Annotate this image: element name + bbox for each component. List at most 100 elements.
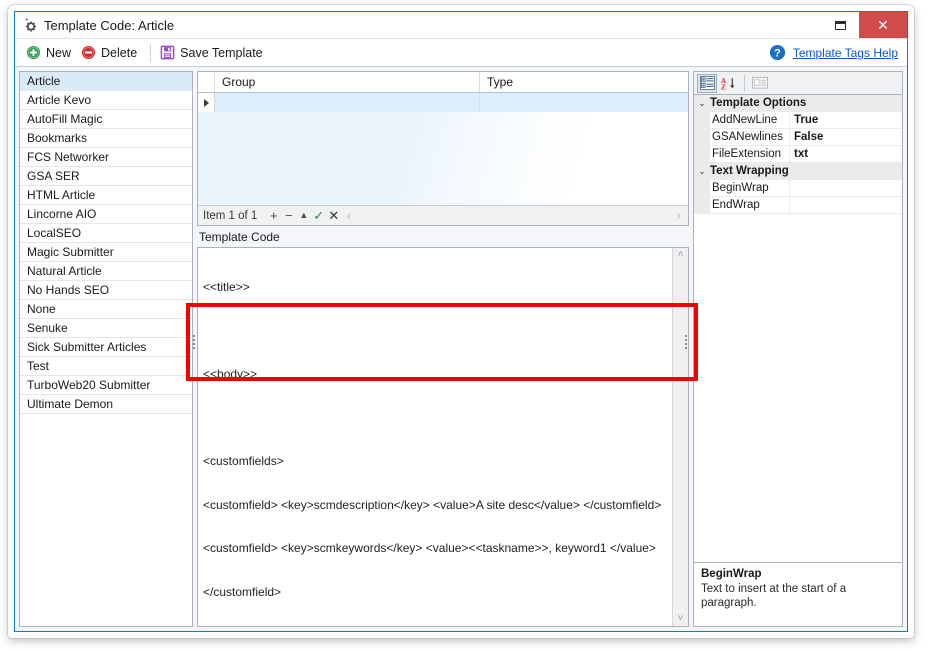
list-item[interactable]: TurboWeb20 Submitter bbox=[20, 376, 192, 395]
restore-button[interactable] bbox=[822, 12, 859, 38]
property-row[interactable]: EndWrap bbox=[694, 197, 902, 214]
right-splitter-handle[interactable] bbox=[685, 335, 687, 349]
grid-column-header-group[interactable]: Group bbox=[215, 72, 480, 92]
template-code-editor[interactable]: <<title>> <<body>> <customfields> <custo… bbox=[197, 247, 689, 627]
property-category-row[interactable]: ⌄ Text Wrapping bbox=[694, 163, 902, 180]
property-value[interactable]: False bbox=[790, 129, 902, 146]
post-edit-button[interactable]: ✓ bbox=[311, 209, 326, 222]
main-toolbar: New Delete Save Template ? Template Tags… bbox=[15, 39, 907, 67]
list-item[interactable]: GSA SER bbox=[20, 167, 192, 186]
list-item-label: Test bbox=[27, 359, 50, 373]
list-item[interactable]: Sick Submitter Articles bbox=[20, 338, 192, 357]
list-item[interactable]: No Hands SEO bbox=[20, 281, 192, 300]
list-item[interactable]: HTML Article bbox=[20, 186, 192, 205]
list-item[interactable]: Test bbox=[20, 357, 192, 376]
grid-empty-area bbox=[198, 112, 688, 205]
grid-column-header-type[interactable]: Type bbox=[480, 72, 688, 92]
list-item-label: Natural Article bbox=[27, 264, 102, 278]
code-editor-scrollbar[interactable]: ˄ ˅ bbox=[672, 248, 688, 626]
list-item-label: HTML Article bbox=[27, 188, 96, 202]
alphabetical-sort-button[interactable]: A Z bbox=[719, 74, 739, 93]
table-row[interactable] bbox=[198, 93, 688, 112]
property-value[interactable]: True bbox=[790, 112, 902, 129]
left-splitter-handle[interactable] bbox=[193, 335, 195, 349]
list-item[interactable]: Ultimate Demon bbox=[20, 395, 192, 414]
list-item[interactable]: None bbox=[20, 300, 192, 319]
categorized-view-icon bbox=[699, 76, 715, 90]
property-name: GSANewlines bbox=[710, 129, 790, 146]
property-pages-button[interactable] bbox=[750, 74, 770, 93]
list-item[interactable]: Bookmarks bbox=[20, 129, 192, 148]
code-text-area[interactable]: <<title>> <<body>> <customfields> <custo… bbox=[198, 248, 672, 626]
property-value[interactable]: txt bbox=[790, 146, 902, 163]
grid-cell-group[interactable] bbox=[215, 93, 480, 112]
list-item-label: AutoFill Magic bbox=[27, 112, 103, 126]
code-line: <customfield> <key>scmkeywords</key> <va… bbox=[203, 541, 656, 555]
row-indicator-cell bbox=[198, 93, 215, 112]
list-item-label: TurboWeb20 Submitter bbox=[27, 378, 151, 392]
property-row-gutter bbox=[694, 146, 710, 163]
list-item[interactable]: Article Kevo bbox=[20, 91, 192, 110]
property-name: EndWrap bbox=[710, 197, 790, 214]
property-row[interactable]: AddNewLine True bbox=[694, 112, 902, 129]
minus-circle-icon bbox=[81, 45, 96, 60]
list-item-label: Ultimate Demon bbox=[27, 397, 114, 411]
next-page-button[interactable]: › bbox=[677, 208, 681, 223]
list-item-label: LocalSEO bbox=[27, 226, 82, 240]
edit-record-button[interactable]: ▲ bbox=[296, 211, 311, 220]
list-item-label: Sick Submitter Articles bbox=[27, 340, 147, 354]
list-item[interactable]: Senuke bbox=[20, 319, 192, 338]
property-row[interactable]: GSANewlines False bbox=[694, 129, 902, 146]
new-button-label: New bbox=[46, 45, 72, 60]
save-template-button[interactable]: Save Template bbox=[157, 42, 269, 64]
property-toolbar-separator bbox=[744, 75, 745, 91]
desktop-background: Template Code: Article ✕ New Delete Save… bbox=[0, 0, 932, 651]
grid-cell-type[interactable] bbox=[480, 93, 688, 112]
list-item[interactable]: Magic Submitter bbox=[20, 243, 192, 262]
property-description-panel: BeginWrap Text to insert at the start of… bbox=[693, 563, 903, 627]
list-item[interactable]: Lincorne AIO bbox=[20, 205, 192, 224]
sort-alphabetical-icon: A Z bbox=[721, 77, 735, 91]
property-row[interactable]: BeginWrap bbox=[694, 180, 902, 197]
grid-rows-area[interactable] bbox=[198, 93, 688, 205]
delete-record-button[interactable]: − bbox=[281, 209, 296, 222]
categorized-view-button[interactable] bbox=[697, 73, 717, 93]
property-grid[interactable]: ⌄ Template Options AddNewLine True GSANe… bbox=[693, 94, 903, 563]
window-title: Template Code: Article bbox=[44, 17, 175, 33]
list-item-label: Article bbox=[27, 74, 61, 88]
delete-button-label: Delete bbox=[101, 45, 138, 60]
close-button[interactable]: ✕ bbox=[859, 12, 907, 38]
list-item-label: GSA SER bbox=[27, 169, 80, 183]
cancel-edit-button[interactable]: ✕ bbox=[326, 209, 341, 222]
chevron-down-icon[interactable]: ⌄ bbox=[694, 163, 710, 180]
property-category-row[interactable]: ⌄ Template Options bbox=[694, 95, 902, 112]
delete-button[interactable]: Delete bbox=[78, 42, 144, 64]
template-tags-help-link[interactable]: Template Tags Help bbox=[793, 46, 898, 60]
code-line: </customfield> bbox=[203, 584, 282, 599]
previous-page-button[interactable]: ‹ bbox=[341, 209, 356, 222]
scroll-up-arrow-icon[interactable]: ˄ bbox=[678, 250, 684, 260]
template-code-label: Template Code bbox=[199, 230, 280, 244]
property-value[interactable] bbox=[790, 180, 902, 197]
chevron-down-icon[interactable]: ⌄ bbox=[694, 95, 710, 112]
list-item[interactable]: LocalSEO bbox=[20, 224, 192, 243]
title-bar: Template Code: Article ✕ bbox=[15, 12, 907, 39]
property-description-text: Text to insert at the start of a paragra… bbox=[701, 583, 847, 609]
toolbar-separator bbox=[150, 43, 152, 62]
template-list[interactable]: Article Article Kevo AutoFill Magic Book… bbox=[19, 71, 193, 627]
add-record-button[interactable]: + bbox=[266, 209, 281, 222]
property-category-label: Text Wrapping bbox=[710, 165, 789, 177]
list-item[interactable]: Article bbox=[20, 72, 192, 91]
question-mark-icon[interactable]: ? bbox=[769, 44, 786, 61]
list-item[interactable]: AutoFill Magic bbox=[20, 110, 192, 129]
list-item[interactable]: Natural Article bbox=[20, 262, 192, 281]
new-button[interactable]: New bbox=[23, 42, 78, 64]
svg-text:Z: Z bbox=[721, 83, 726, 90]
property-row[interactable]: FileExtension txt bbox=[694, 146, 902, 163]
scroll-down-arrow-icon[interactable]: ˅ bbox=[678, 614, 684, 624]
current-row-arrow-icon bbox=[203, 98, 209, 107]
property-row-gutter bbox=[694, 197, 710, 214]
list-item[interactable]: FCS Networker bbox=[20, 148, 192, 167]
application-window: Template Code: Article ✕ New Delete Save… bbox=[8, 5, 914, 638]
property-value[interactable] bbox=[790, 197, 902, 214]
